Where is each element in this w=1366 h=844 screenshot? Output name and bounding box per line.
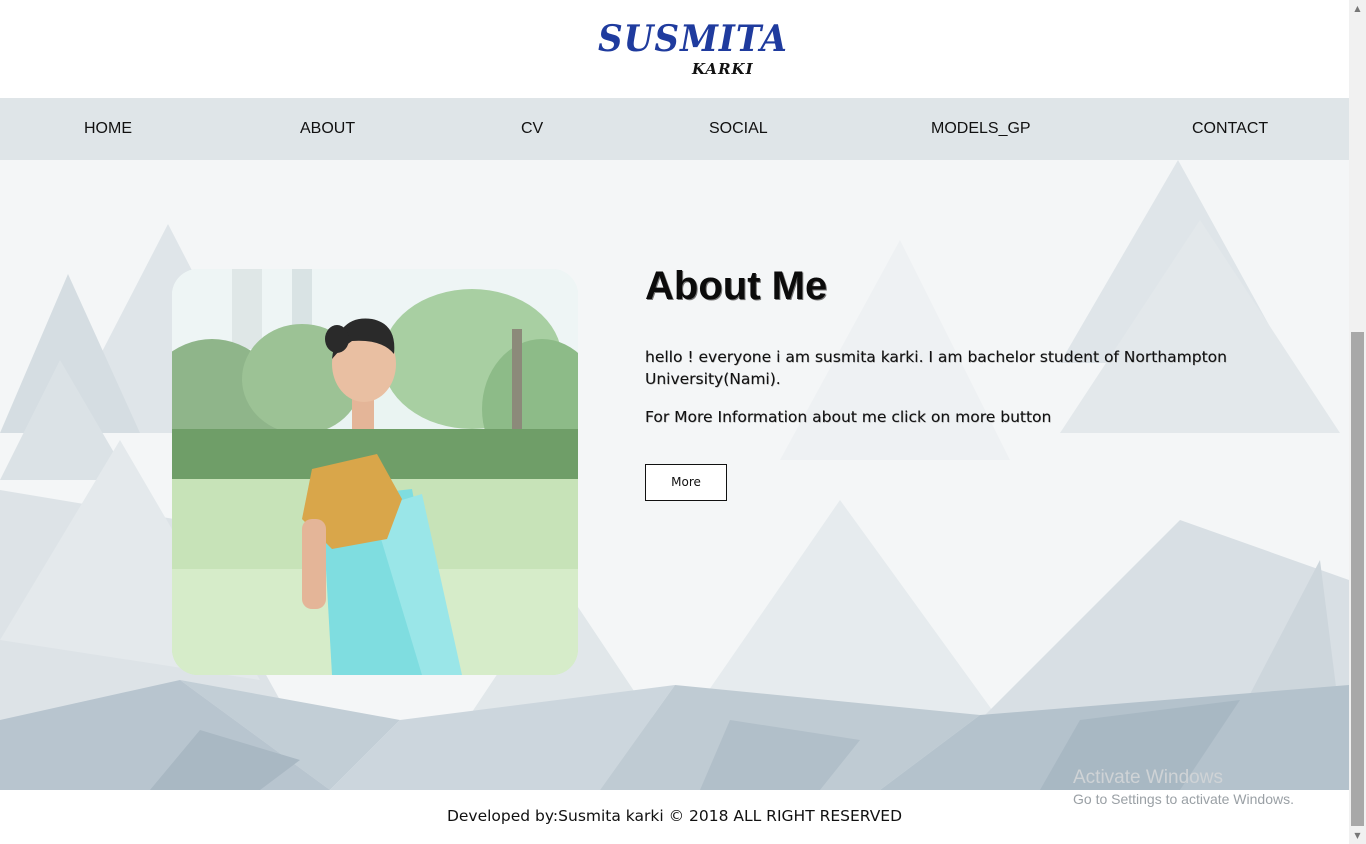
vertical-scrollbar[interactable]: ▲ ▼ bbox=[1349, 0, 1366, 844]
site-header: SUSMITA KARKI bbox=[0, 0, 1349, 98]
site-logo[interactable]: SUSMITA KARKI bbox=[598, 18, 787, 82]
page: SUSMITA KARKI HOME ABOUT CV SOCIAL MODEL… bbox=[0, 0, 1349, 844]
logo-title: SUSMITA bbox=[598, 18, 788, 60]
logo-subtitle: KARKI bbox=[692, 60, 754, 78]
about-title: About Me bbox=[645, 264, 828, 308]
profile-photo-illustration bbox=[172, 269, 578, 675]
main-nav: HOME ABOUT CV SOCIAL MODELS_GP CONTACT bbox=[0, 98, 1349, 160]
more-button[interactable]: More bbox=[645, 464, 727, 501]
site-footer: Developed by:Susmita karki © 2018 ALL RI… bbox=[0, 790, 1349, 844]
nav-item-contact[interactable]: CONTACT bbox=[1192, 98, 1268, 160]
scroll-up-arrow-icon[interactable]: ▲ bbox=[1349, 0, 1366, 17]
about-section: About Me hello ! everyone i am susmita k… bbox=[0, 160, 1349, 790]
scrollbar-thumb[interactable] bbox=[1351, 332, 1364, 826]
nav-item-home[interactable]: HOME bbox=[84, 98, 132, 160]
about-intro: hello ! everyone i am susmita karki. I a… bbox=[645, 348, 1227, 388]
profile-photo bbox=[172, 269, 578, 675]
footer-copyright: Developed by:Susmita karki © 2018 ALL RI… bbox=[446, 807, 903, 825]
scroll-down-arrow-icon[interactable]: ▼ bbox=[1349, 827, 1366, 844]
nav-item-models-gp[interactable]: MODELS_GP bbox=[931, 98, 1031, 160]
nav-item-about[interactable]: ABOUT bbox=[300, 98, 355, 160]
nav-item-cv[interactable]: CV bbox=[521, 98, 543, 160]
nav-item-social[interactable]: SOCIAL bbox=[709, 98, 768, 160]
about-more-info: For More Information about me click on m… bbox=[645, 408, 1052, 426]
